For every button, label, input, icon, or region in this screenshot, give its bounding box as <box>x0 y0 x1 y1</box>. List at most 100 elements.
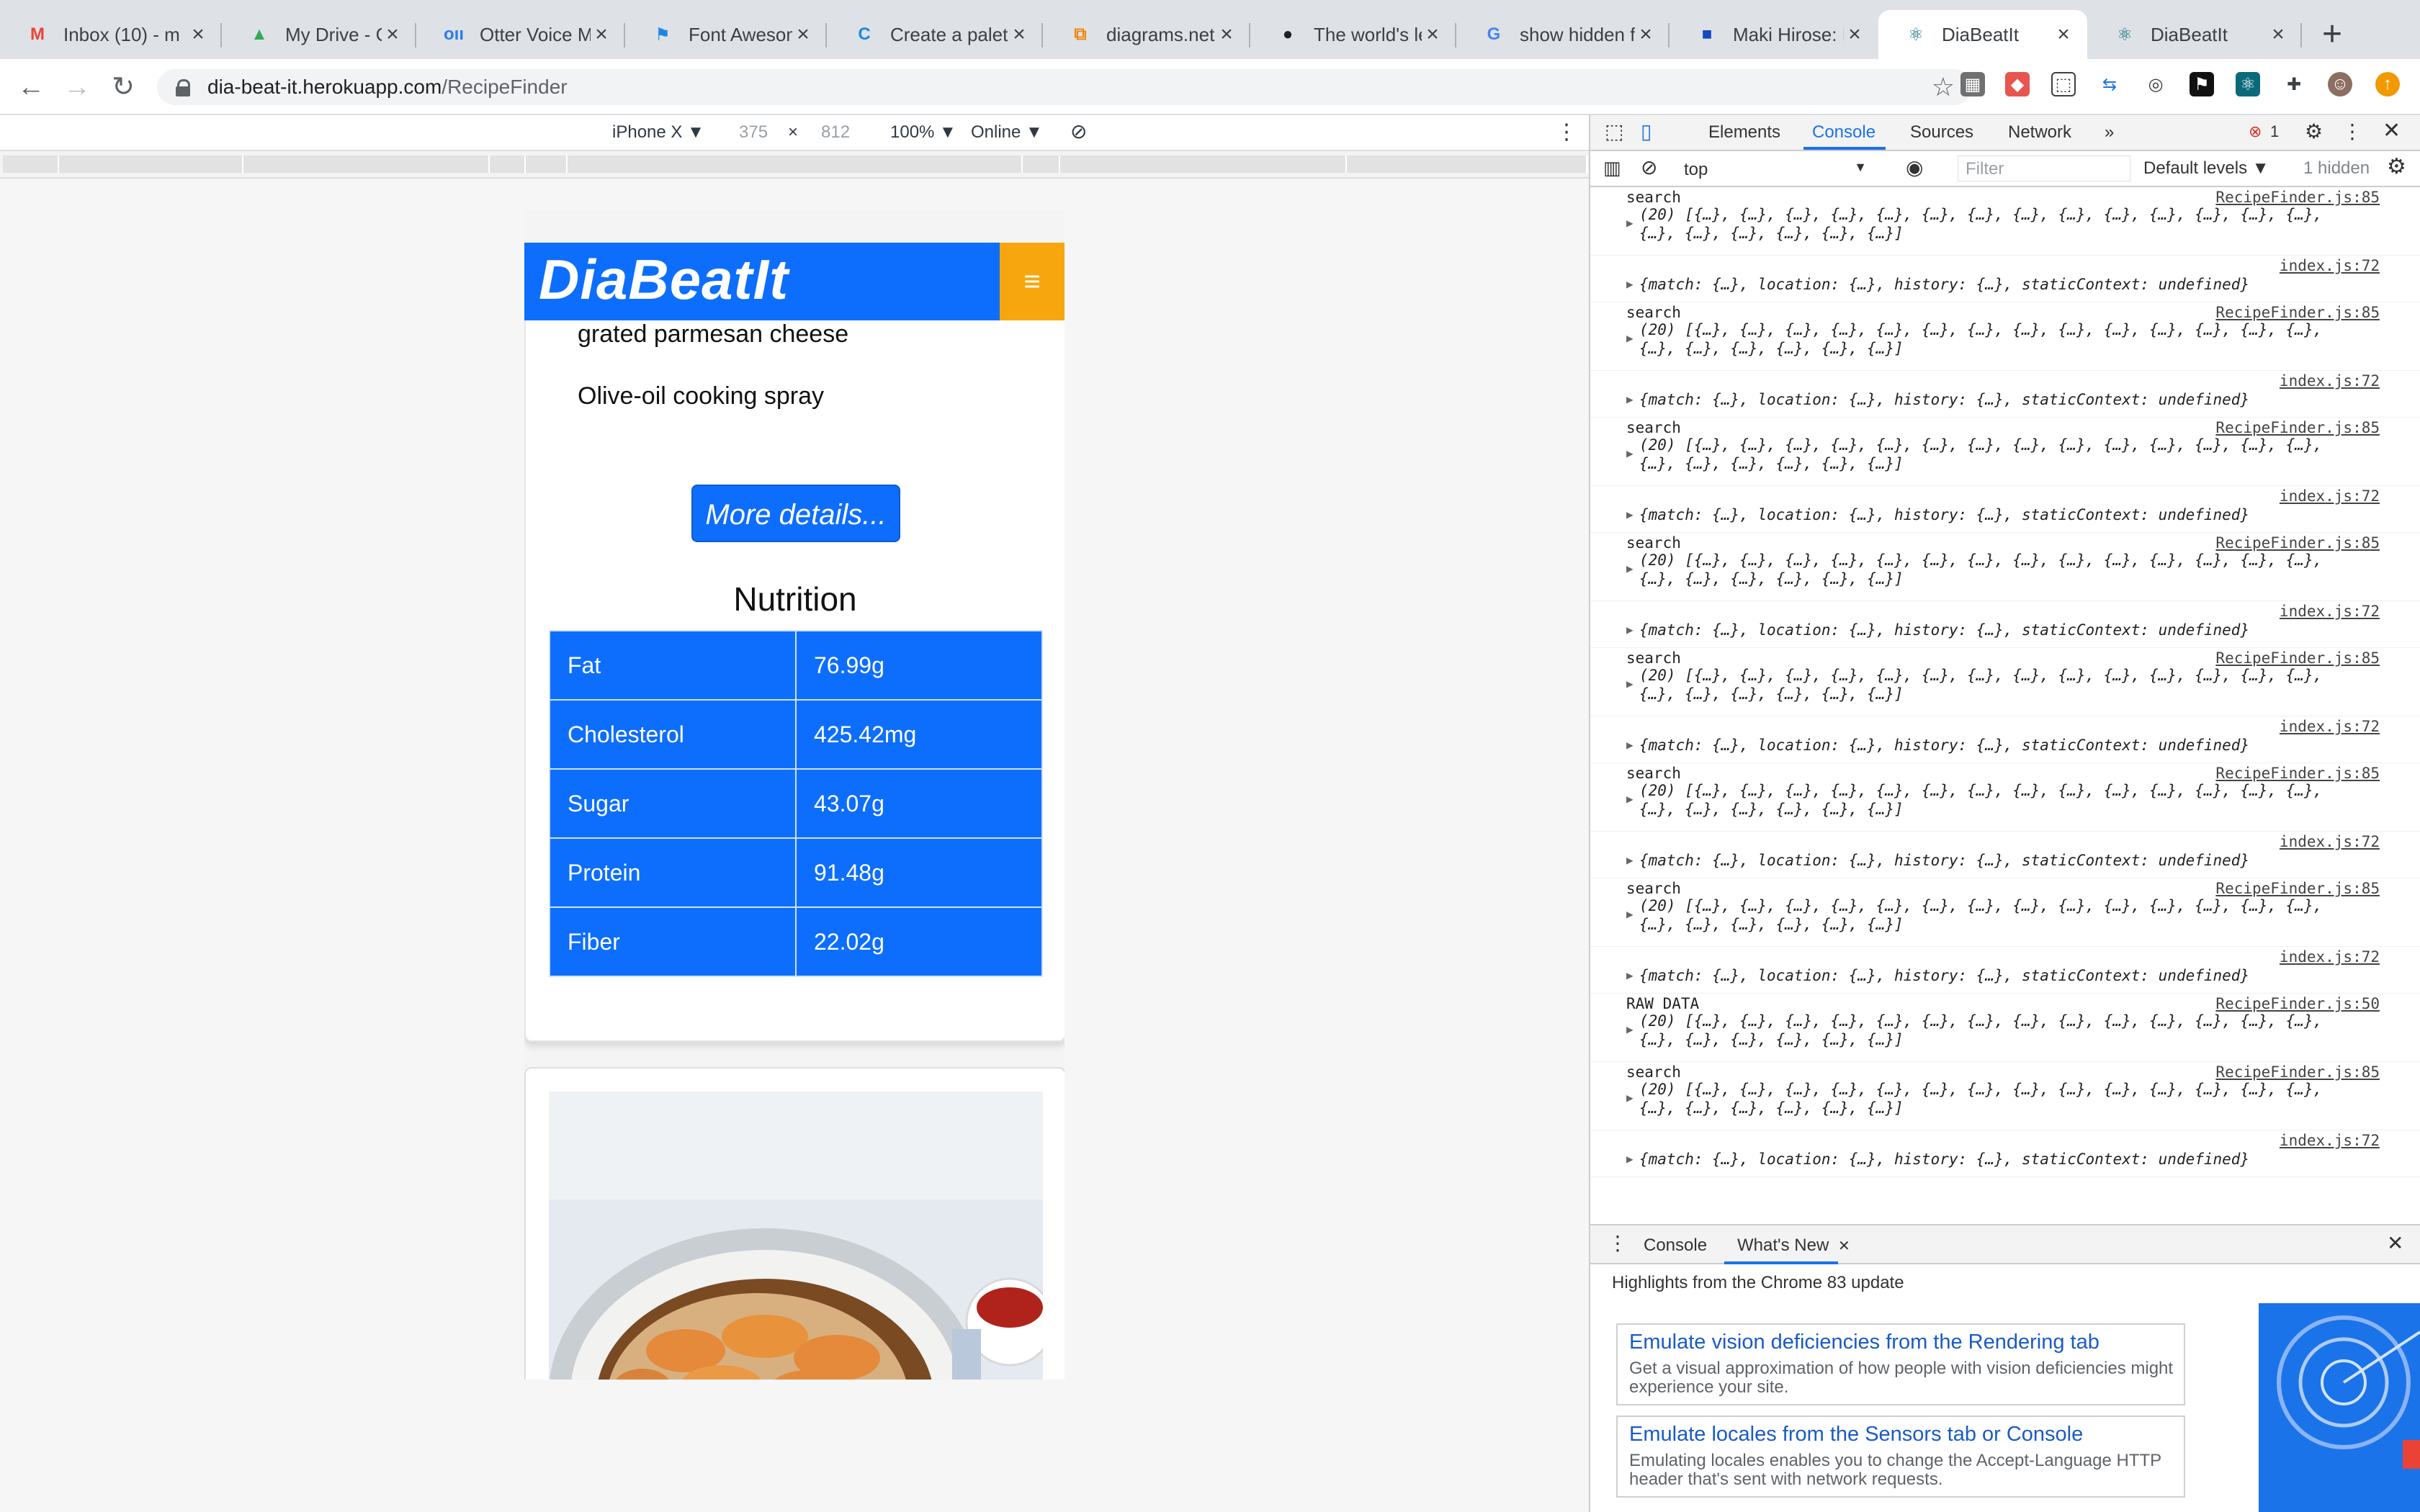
back-icon[interactable]: ← <box>13 69 49 105</box>
console-message[interactable]: search RecipeFinder.js:85 ▶ (20) [{…}, {…},… <box>1590 763 2420 832</box>
expand-triangle-icon[interactable]: ▶ <box>1626 677 1634 690</box>
hamburger-menu-icon[interactable]: ≡ <box>1000 243 1065 320</box>
console-message[interactable]: search RecipeFinder.js:85 ▶ (20) [{…}, {…},… <box>1590 418 2420 486</box>
close-tab-icon[interactable]: × <box>591 22 612 47</box>
browser-tab[interactable]: ⧉ diagrams.net × <box>1043 10 1250 59</box>
console-message[interactable]: index.js:72 ▶ {match: {…}, location: {…}, … <box>1590 1130 2420 1177</box>
console-message[interactable]: search RecipeFinder.js:85 ▶ (20) [{…}, {…},… <box>1590 878 2420 947</box>
browser-tab[interactable]: ● The world's le × <box>1250 10 1456 59</box>
device-more-icon[interactable]: ⋮ <box>1556 120 1577 145</box>
source-link[interactable]: RecipeFinder.js:85 <box>2215 649 2380 667</box>
console-message[interactable]: index.js:72 ▶ {match: {…}, location: {…}, … <box>1590 947 2420 994</box>
expand-triangle-icon[interactable]: ▶ <box>1626 331 1634 345</box>
browser-tab[interactable]: ⚛ DiaBeatIt × <box>2087 10 2302 59</box>
app-logo-title[interactable]: DiaBeatIt <box>539 247 789 312</box>
network-throttle-select[interactable]: Online ▼ <box>971 122 1043 143</box>
console-message[interactable]: index.js:72 ▶ {match: {…}, location: {…}, … <box>1590 371 2420 418</box>
browser-tab[interactable]: ⚛ DiaBeatIt × <box>1878 10 2087 59</box>
source-link[interactable]: RecipeFinder.js:85 <box>2215 1063 2380 1081</box>
close-tab-icon[interactable]: × <box>792 22 814 47</box>
close-tab-icon[interactable]: × <box>1216 22 1237 47</box>
console-filter-input[interactable]: Filter <box>1958 156 2130 181</box>
console-settings-gear-icon[interactable]: ⚙ <box>2387 154 2406 179</box>
devtools-menu-icon[interactable]: ⋮ <box>2342 120 2362 143</box>
inspect-element-icon[interactable]: ⬚ <box>1605 120 1623 143</box>
expand-triangle-icon[interactable]: ▶ <box>1626 738 1634 752</box>
device-toggle-icon[interactable]: ▯ <box>1641 120 1652 143</box>
settings-gear-icon[interactable]: ⚙ <box>2305 120 2323 143</box>
console-message[interactable]: index.js:72 ▶ {match: {…}, location: {…}, … <box>1590 716 2420 763</box>
close-tab-icon[interactable]: × <box>1844 22 1865 47</box>
close-tab-icon[interactable]: × <box>1008 22 1030 47</box>
console-message[interactable]: index.js:72 ▶ {match: {…}, location: {…}, … <box>1590 832 2420 878</box>
expand-triangle-icon[interactable]: ▶ <box>1626 508 1634 521</box>
more-details-button[interactable]: More details... <box>691 485 900 542</box>
source-link[interactable]: index.js:72 <box>2280 487 2380 505</box>
source-link[interactable]: index.js:72 <box>2280 372 2380 390</box>
bookmark-star-icon[interactable]: ☆ <box>1932 72 1955 102</box>
log-levels-select[interactable]: Default levels ▼ <box>2143 158 2269 179</box>
expand-triangle-icon[interactable]: ▶ <box>1626 562 1634 575</box>
close-tab-icon[interactable]: × <box>382 22 403 47</box>
expand-triangle-icon[interactable]: ▶ <box>1626 968 1634 982</box>
console-message[interactable]: index.js:72 ▶ {match: {…}, location: {…}, … <box>1590 486 2420 533</box>
console-message[interactable]: search RecipeFinder.js:85 ▶ (20) [{…}, {…},… <box>1590 187 2420 256</box>
react-devtools-icon[interactable]: ⚛ <box>2236 72 2260 96</box>
console-output[interactable]: search RecipeFinder.js:85 ▶ (20) [{…}, {…},… <box>1590 187 2420 1224</box>
source-link[interactable]: index.js:72 <box>2280 948 2380 966</box>
device-height-input[interactable]: 812 <box>821 122 850 143</box>
browser-tab[interactable]: ⚑ Font Awesome× <box>625 10 827 59</box>
expand-triangle-icon[interactable]: ▶ <box>1626 623 1634 636</box>
source-link[interactable]: RecipeFinder.js:85 <box>2215 189 2380 206</box>
source-link[interactable]: RecipeFinder.js:50 <box>2215 995 2380 1012</box>
error-count[interactable]: 1 <box>2270 122 2279 141</box>
device-select[interactable]: iPhone X ▼ <box>612 122 704 143</box>
close-tab-icon[interactable]: × <box>2053 22 2074 47</box>
extensions-puzzle-icon[interactable]: ✚ <box>2282 72 2306 96</box>
update-icon[interactable]: ↑ <box>2375 72 2400 96</box>
close-tab-icon[interactable]: × <box>1635 22 1657 47</box>
browser-tab[interactable]: ▲ My Drive - Go× <box>222 10 416 59</box>
rotate-icon[interactable]: ⊘ <box>1070 120 1087 143</box>
address-url[interactable]: dia-beat-it.herokuapp.com/RecipeFinder <box>207 76 568 99</box>
expand-triangle-icon[interactable]: ▶ <box>1626 392 1634 406</box>
close-tab-icon[interactable]: × <box>187 22 209 47</box>
browser-tab[interactable]: C Create a palet × <box>827 10 1043 59</box>
console-message[interactable]: search RecipeFinder.js:85 ▶ (20) [{…}, {…},… <box>1590 1062 2420 1130</box>
source-link[interactable]: index.js:72 <box>2280 718 2380 735</box>
browser-tab[interactable]: oıı Otter Voice M × <box>416 10 625 59</box>
close-tab-icon[interactable]: × <box>1422 22 1443 47</box>
drawer-tab-console[interactable]: Console <box>1644 1236 1707 1256</box>
whats-new-item[interactable]: Emulate locales from the Sensors tab or … <box>1616 1416 2185 1498</box>
tab-network[interactable]: Network <box>2008 122 2071 143</box>
close-tab-icon[interactable]: × <box>2267 22 2289 47</box>
source-link[interactable]: RecipeFinder.js:85 <box>2215 419 2380 436</box>
address-bar[interactable]: dia-beat-it.herokuapp.com/RecipeFinder ☆ <box>157 69 1972 105</box>
extension-circle-icon[interactable]: ◎ <box>2143 72 2168 96</box>
live-expression-eye-icon[interactable]: ◉ <box>1906 156 1923 179</box>
drawer-menu-icon[interactable]: ⋮ <box>1608 1231 1628 1255</box>
drawer-tab-whats-new[interactable]: What's New <box>1737 1236 1829 1256</box>
source-link[interactable]: index.js:72 <box>2280 1132 2380 1149</box>
console-message[interactable]: index.js:72 ▶ {match: {…}, location: {…}, … <box>1590 601 2420 648</box>
expand-triangle-icon[interactable]: ▶ <box>1626 1152 1634 1166</box>
source-link[interactable]: RecipeFinder.js:85 <box>2215 534 2380 552</box>
reload-icon[interactable]: ↻ <box>105 69 141 105</box>
source-link[interactable]: RecipeFinder.js:85 <box>2215 304 2380 321</box>
expand-triangle-icon[interactable]: ▶ <box>1626 1091 1634 1104</box>
whats-new-item[interactable]: Emulate vision deficiencies from the Ren… <box>1616 1323 2185 1405</box>
browser-tab[interactable]: Gshow hidden f × <box>1456 10 1670 59</box>
sidebar-toggle-icon[interactable]: ▥ <box>1603 157 1621 179</box>
tab-console[interactable]: Console <box>1812 122 1876 143</box>
extension-icon-1[interactable]: ▦ <box>1960 72 1985 96</box>
expand-triangle-icon[interactable]: ▶ <box>1626 853 1634 867</box>
close-drawer-icon[interactable]: ✕ <box>2387 1231 2403 1255</box>
expand-triangle-icon[interactable]: ▶ <box>1626 792 1634 806</box>
console-message[interactable]: search RecipeFinder.js:85 ▶ (20) [{…}, {…},… <box>1590 648 2420 716</box>
browser-tab[interactable]: M Inbox (10) - m × <box>0 10 222 59</box>
expand-triangle-icon[interactable]: ▶ <box>1626 446 1634 460</box>
context-select[interactable]: top ▼ <box>1684 157 1867 181</box>
recipe-photo[interactable] <box>549 1092 1043 1380</box>
whats-new-title[interactable]: Emulate vision deficiencies from the Ren… <box>1629 1331 2099 1354</box>
console-message[interactable]: search RecipeFinder.js:85 ▶ (20) [{…}, {…},… <box>1590 302 2420 371</box>
